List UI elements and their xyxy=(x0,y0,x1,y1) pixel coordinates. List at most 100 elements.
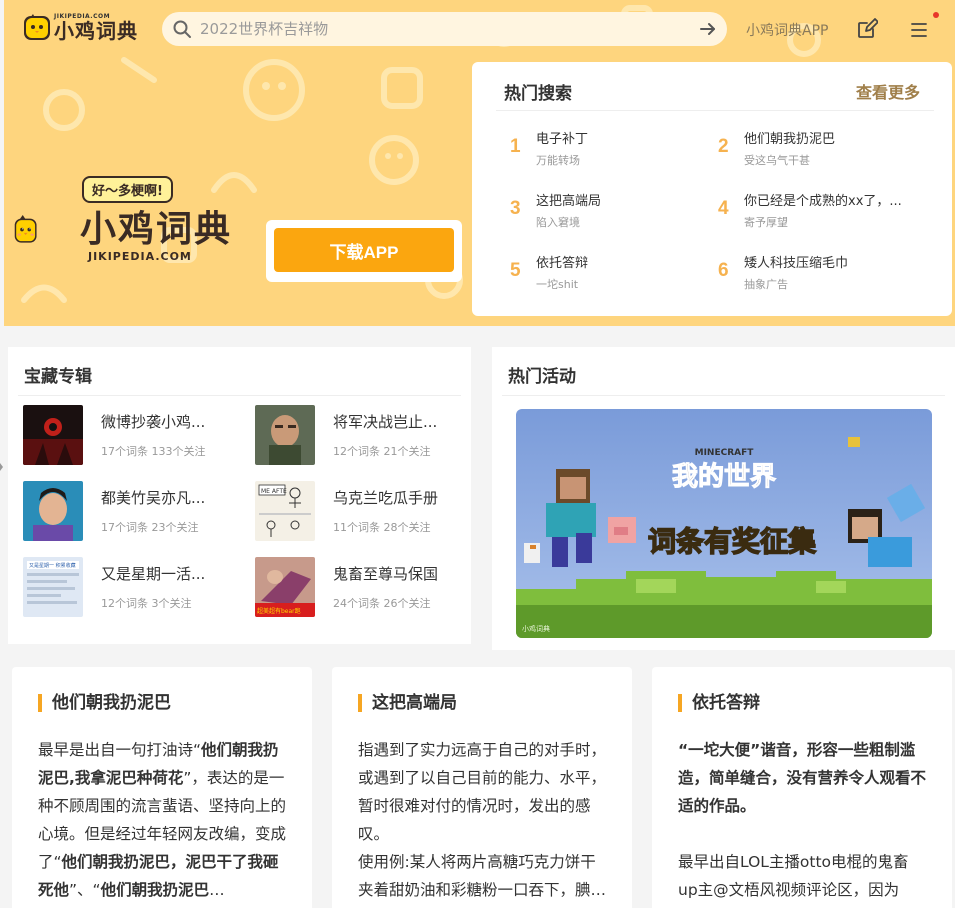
hot-word: 这把高端局 xyxy=(536,194,602,209)
hot-activity-section: 热门活动 MINECRAFT 我的世界 词条有奖征集 小鸡词典 xyxy=(492,347,955,650)
collapse-arrow-icon[interactable] xyxy=(0,460,4,474)
hot-subtitle: 受这乌气干甚 xyxy=(744,154,810,167)
album-meta: 12个词条 3个关注 xyxy=(101,597,192,610)
article-title: 这把高端局 xyxy=(358,694,457,712)
hot-search-item[interactable]: 1 电子补丁 万能转场 xyxy=(510,128,710,172)
album-item[interactable]: ME AFTE 乌克兰吃瓜手册 11个词条 28个关注 xyxy=(255,481,475,543)
banner-tag: 小鸡词典 xyxy=(522,624,550,633)
album-thumbnail xyxy=(255,405,315,465)
album-item[interactable]: 超美超有bear跑 鬼畜至尊马保国 24个词条 26个关注 xyxy=(255,557,475,619)
thumb-text: ME AFTE xyxy=(261,488,287,495)
edit-icon[interactable] xyxy=(856,18,878,40)
top-bar: JIKIPEDIA.COM 小鸡词典 小鸡词典APP xyxy=(4,0,955,62)
hot-search-card: 热门搜索 查看更多 1 电子补丁 万能转场 2 他们朝我扔泥巴 受这乌气干甚 3… xyxy=(472,62,952,316)
hot-search-item[interactable]: 3 这把高端局 陷入窘境 xyxy=(510,190,710,234)
album-item[interactable]: 微博抄袭小鸡... 17个词条 133个关注 xyxy=(23,405,243,467)
album-meta: 17个词条 133个关注 xyxy=(101,445,206,458)
hot-search-item[interactable]: 2 他们朝我扔泥巴 受这乌气干甚 xyxy=(718,128,918,172)
hot-word: 依托答辩 xyxy=(536,256,589,271)
fade-overlay xyxy=(332,897,632,908)
banner-brand: MINECRAFT xyxy=(695,448,755,458)
article-card[interactable]: 依托答辩 “一坨大便”谐音，形容一些粗制滥造，简单缝合，没有营养令人观看不适的作… xyxy=(652,667,952,908)
article-body: 最早是出自一句打油诗“他们朝我扔泥巴,我拿泥巴种荷花”，表达的是一种不顾周围的流… xyxy=(38,736,288,904)
chick-logo-icon xyxy=(24,14,50,40)
article-card[interactable]: 这把高端局 指遇到了实力远高于自己的对手时，或遇到了以自己目前的能力、水平，暂时… xyxy=(332,667,632,908)
album-item[interactable]: 又是星期一 积累收藏 又是星期一活... 12个词条 3个关注 xyxy=(23,557,243,619)
album-thumbnail: 超美超有bear跑 xyxy=(255,557,315,617)
hero-domain: JIKIPEDIA.COM xyxy=(88,250,192,263)
banner-game: 我的世界 xyxy=(672,461,776,492)
article-paragraph: “一坨大便”谐音，形容一些粗制滥造，简单缝合，没有营养令人观看不适的作品。 xyxy=(678,741,927,815)
album-name: 将军决战岂止... xyxy=(333,413,438,431)
logo-text: JIKIPEDIA.COM 小鸡词典 xyxy=(54,13,138,42)
thumb-text: 又是星期一 积累收藏 xyxy=(29,562,76,569)
article-body: 指遇到了实力远高于自己的对手时，或遇到了以自己目前的能力、水平，暂时很难对付的情… xyxy=(358,736,608,904)
fade-overlay xyxy=(652,897,952,908)
logo-name: 小鸡词典 xyxy=(54,18,138,43)
album-item[interactable]: 将军决战岂止... 12个词条 21个关注 xyxy=(255,405,475,467)
album-name: 乌克兰吃瓜手册 xyxy=(333,489,439,507)
search-bar[interactable] xyxy=(162,12,727,46)
banner-slogan: 词条有奖征集 xyxy=(648,525,816,558)
album-thumbnail xyxy=(23,405,83,465)
fade-overlay xyxy=(12,897,312,908)
site-logo[interactable]: JIKIPEDIA.COM 小鸡词典 xyxy=(22,12,138,42)
activity-banner[interactable]: MINECRAFT 我的世界 词条有奖征集 小鸡词典 xyxy=(516,409,932,638)
article-title: 他们朝我扔泥巴 xyxy=(38,694,171,712)
hot-rank: 5 xyxy=(510,260,521,281)
section-title: 热门活动 xyxy=(508,367,576,387)
hot-word: 矮人科技压缩毛巾 xyxy=(744,256,849,271)
album-thumbnail xyxy=(23,481,83,541)
album-meta: 17个词条 23个关注 xyxy=(101,521,199,534)
article-text: 最早是出自一句打油诗“ xyxy=(38,741,202,759)
hot-rank: 1 xyxy=(510,136,521,157)
album-meta: 24个词条 26个关注 xyxy=(333,597,431,610)
minecraft-banner-image: MINECRAFT 我的世界 词条有奖征集 小鸡词典 xyxy=(516,409,932,638)
album-meta: 12个词条 21个关注 xyxy=(333,445,431,458)
hot-search-item[interactable]: 6 矮人科技压缩毛巾 抽象广告 xyxy=(718,252,918,296)
hot-word: 电子补丁 xyxy=(536,132,589,147)
divider xyxy=(18,395,461,396)
hot-rank: 6 xyxy=(718,260,729,281)
thumb-text: 超美超有bear跑 xyxy=(257,607,301,615)
hero-name: 小鸡词典 xyxy=(80,209,233,250)
notification-dot xyxy=(933,12,939,18)
search-icon xyxy=(173,20,191,38)
app-download-link[interactable]: 小鸡词典APP xyxy=(746,20,828,40)
hot-rank: 2 xyxy=(718,136,729,157)
hero-banner: JIKIPEDIA.COM 小鸡词典 小鸡词典APP xyxy=(4,0,955,326)
hot-search-title: 热门搜索 xyxy=(504,84,572,104)
hot-rank: 3 xyxy=(510,198,521,219)
album-meta: 11个词条 28个关注 xyxy=(333,521,431,534)
album-thumbnail: 又是星期一 积累收藏 xyxy=(23,557,83,617)
article-title: 依托答辩 xyxy=(678,694,760,712)
hot-search-item[interactable]: 5 依托答辩 一坨shit xyxy=(510,252,710,296)
hot-subtitle: 万能转场 xyxy=(536,154,580,167)
menu-icon[interactable] xyxy=(910,21,928,39)
download-app-button[interactable]: 下载APP xyxy=(274,228,454,272)
hot-search-more-link[interactable]: 查看更多 xyxy=(856,79,920,103)
hot-search-item[interactable]: 4 你已经是个成熟的xx了，... 寄予厚望 xyxy=(718,190,918,234)
hot-word: 你已经是个成熟的xx了，... xyxy=(744,194,902,209)
section-title: 宝藏专辑 xyxy=(24,367,92,387)
article-body: “一坨大便”谐音，形容一些粗制滥造，简单缝合，没有营养令人观看不适的作品。 最早… xyxy=(678,736,928,908)
album-name: 又是星期一活... xyxy=(101,565,206,583)
hot-subtitle: 寄予厚望 xyxy=(744,216,788,229)
hot-subtitle: 抽象广告 xyxy=(744,278,788,291)
divider xyxy=(496,110,934,111)
hot-subtitle: 一坨shit xyxy=(536,278,579,291)
album-item[interactable]: 都美竹吴亦凡... 17个词条 23个关注 xyxy=(23,481,243,543)
hero-bubble: 好～多梗啊! xyxy=(82,176,173,203)
hot-rank: 4 xyxy=(718,198,729,219)
search-input[interactable] xyxy=(200,20,697,38)
album-name: 都美竹吴亦凡... xyxy=(101,489,206,507)
hot-subtitle: 陷入窘境 xyxy=(536,216,580,229)
album-name: 鬼畜至尊马保国 xyxy=(333,565,439,583)
article-paragraph: 使用例:某人将两片高糖巧克力饼干夹着甜奶油和彩糖粉一口吞下，腆… xyxy=(358,853,607,899)
article-paragraph: 指遇到了实力远高于自己的对手时，或遇到了以自己目前的能力、水平，暂时很难对付的情… xyxy=(358,741,607,843)
arrow-right-icon[interactable] xyxy=(697,18,719,40)
article-card[interactable]: 他们朝我扔泥巴 最早是出自一句打油诗“他们朝我扔泥巴,我拿泥巴种荷花”，表达的是… xyxy=(12,667,312,908)
hot-word: 他们朝我扔泥巴 xyxy=(744,132,836,147)
divider xyxy=(502,395,945,396)
album-thumbnail: ME AFTE xyxy=(255,481,315,541)
